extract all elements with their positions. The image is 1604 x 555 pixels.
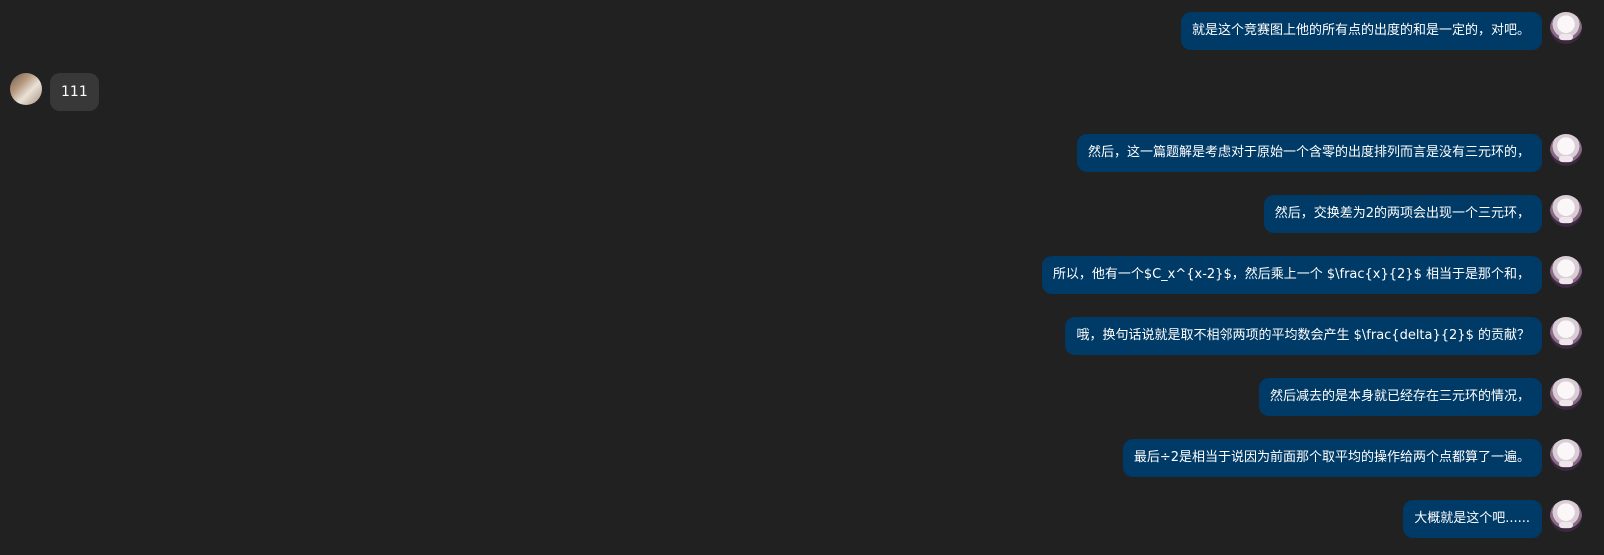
message-row: 然后减去的是本身就已经存在三元环的情况， xyxy=(1258,378,1582,416)
user-avatar[interactable] xyxy=(1550,378,1582,410)
message-bubble[interactable]: 哦，换句话说就是取不相邻两项的平均数会产生 $\frac{delta}{2}$ … xyxy=(1065,317,1542,355)
chat-window: 就是这个竞赛图上他的所有点的出度的和是一定的，对吧。 111 然后，这一篇题解是… xyxy=(0,0,1604,555)
message-row: 大概就是这个吧...... xyxy=(1403,500,1582,538)
message-bubble[interactable]: 最后÷2是相当于说因为前面那个取平均的操作给两个点都算了一遍。 xyxy=(1122,439,1542,477)
message-row: 最后÷2是相当于说因为前面那个取平均的操作给两个点都算了一遍。 xyxy=(1122,439,1582,477)
message-bubble[interactable]: 然后，交换差为2的两项会出现一个三元环， xyxy=(1263,195,1542,233)
message-bubble[interactable]: 然后，这一篇题解是考虑对于原始一个含零的出度排列而言是没有三元环的， xyxy=(1076,134,1542,172)
contact-avatar[interactable] xyxy=(10,73,42,105)
user-avatar[interactable] xyxy=(1550,134,1582,166)
message-bubble[interactable]: 就是这个竞赛图上他的所有点的出度的和是一定的，对吧。 xyxy=(1180,12,1542,50)
message-row: 就是这个竞赛图上他的所有点的出度的和是一定的，对吧。 xyxy=(1180,12,1582,50)
message-row: 哦，换句话说就是取不相邻两项的平均数会产生 $\frac{delta}{2}$ … xyxy=(1065,317,1582,355)
user-avatar[interactable] xyxy=(1550,500,1582,532)
message-row: 然后，这一篇题解是考虑对于原始一个含零的出度排列而言是没有三元环的， xyxy=(1076,134,1582,172)
user-avatar[interactable] xyxy=(1550,12,1582,44)
message-row: 然后，交换差为2的两项会出现一个三元环， xyxy=(1263,195,1582,233)
message-row: 所以，他有一个$C_x^{x-2}$，然后乘上一个 $\frac{x}{2}$ … xyxy=(1041,256,1582,294)
message-bubble[interactable]: 大概就是这个吧...... xyxy=(1403,500,1542,538)
message-row: 111 xyxy=(10,73,99,111)
user-avatar[interactable] xyxy=(1550,439,1582,471)
message-bubble[interactable]: 111 xyxy=(50,73,99,111)
message-bubble[interactable]: 所以，他有一个$C_x^{x-2}$，然后乘上一个 $\frac{x}{2}$ … xyxy=(1041,256,1542,294)
user-avatar[interactable] xyxy=(1550,195,1582,227)
user-avatar[interactable] xyxy=(1550,256,1582,288)
message-bubble[interactable]: 然后减去的是本身就已经存在三元环的情况， xyxy=(1258,378,1542,416)
user-avatar[interactable] xyxy=(1550,317,1582,349)
